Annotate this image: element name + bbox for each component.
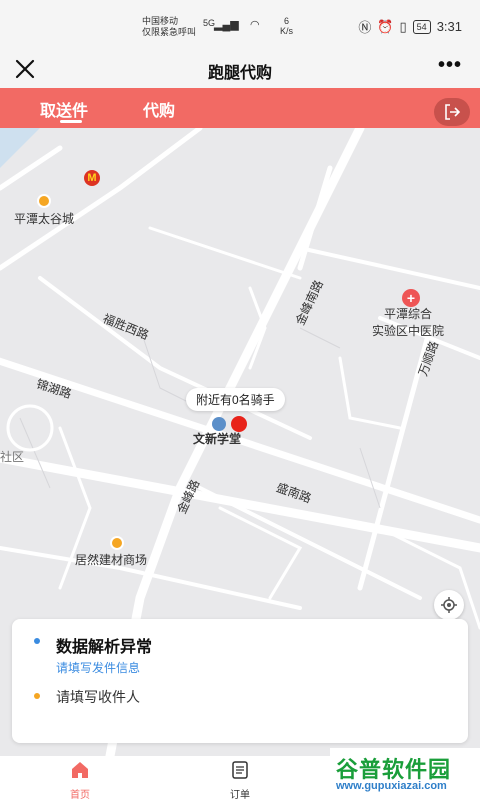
map-label-hospital: 平潭综合 实验区中医院 [372,305,444,339]
alarm-icon: ⏰ [377,18,394,34]
carrier-info: 中国移动 仅限紧急呼叫 [142,16,196,38]
fill-sender-link[interactable]: 请填写发件信息 [56,659,140,676]
map-label-juran: 居然建材商场 [75,553,148,567]
bottom-nav-home[interactable]: 首页 [50,760,110,800]
orders-icon [232,761,248,779]
tabs-bar: 取送件 代购 [0,88,480,128]
locate-icon [441,597,457,613]
home-icon [72,762,88,778]
watermark-url: www.gupuxiazai.com [336,780,447,792]
tab-active-indicator [60,120,82,123]
tab-pickup-delivery[interactable]: 取送件 [40,97,88,121]
page-title: 跑腿代购 [207,65,272,82]
sender-dot-icon [34,638,40,644]
bottom-nav-orders[interactable]: 订单 [210,760,270,800]
status-right: Ⓝ ⏰ ▯ 54 3:31 [358,17,462,36]
vibrate-icon: ▯ [399,18,407,34]
bottom-nav-home-label: 首页 [70,790,90,800]
logout-button[interactable] [434,98,470,126]
nfc-icon: Ⓝ [358,20,372,35]
hospital-name-line2: 实验区中医院 [372,324,445,338]
clock: 3:31 [436,19,462,34]
receiver-dot-icon [34,693,40,699]
tab-purchase[interactable]: 代购 [143,97,175,121]
error-title: 数据解析异常 [56,639,153,656]
carrier-status: 仅限紧急呼叫 [142,27,197,37]
nav-bar: 跑腿代购 ••• [0,50,480,88]
logout-icon [445,104,461,120]
signal-icon: ▂▄▆ [214,19,239,31]
map-label-community: 社区 [0,450,25,464]
mall-poi-icon [37,194,51,208]
hospital-name-line1: 平潭综合 [384,307,433,321]
carrier-name: 中国移动 [142,16,179,26]
map-label-taigu: 平潭太谷城 [14,212,75,226]
wifi-icon: ◠ [250,19,260,31]
bottom-nav-orders-label: 订单 [230,790,250,800]
map-label-wenxin: 文新学堂 [193,432,242,446]
status-bar: 中国移动 仅限紧急呼叫 5G ▂▄▆ ◠ 6 K/s Ⓝ ⏰ ▯ 54 3:31 [0,0,480,50]
order-info-card: 数据解析异常 请填写发件信息 请填写收件人 [12,619,468,743]
net-speed-unit: K/s [280,26,294,36]
net-speed: 6 K/s [280,16,293,36]
more-button[interactable]: ••• [438,54,462,77]
riders-nearby-tip: 附近有0名骑手 [186,388,285,411]
mcdonalds-icon: M [84,170,100,186]
mall-poi-icon-2 [110,536,124,550]
school-icon [212,417,226,431]
net-speed-value: 6 [284,16,290,26]
watermark: 谷普软件园 www.gupuxiazai.com [330,748,480,800]
battery-icon: 54 [412,19,431,34]
fill-receiver-field[interactable]: 请填写收件人 [56,687,140,707]
locate-button[interactable] [434,590,464,620]
